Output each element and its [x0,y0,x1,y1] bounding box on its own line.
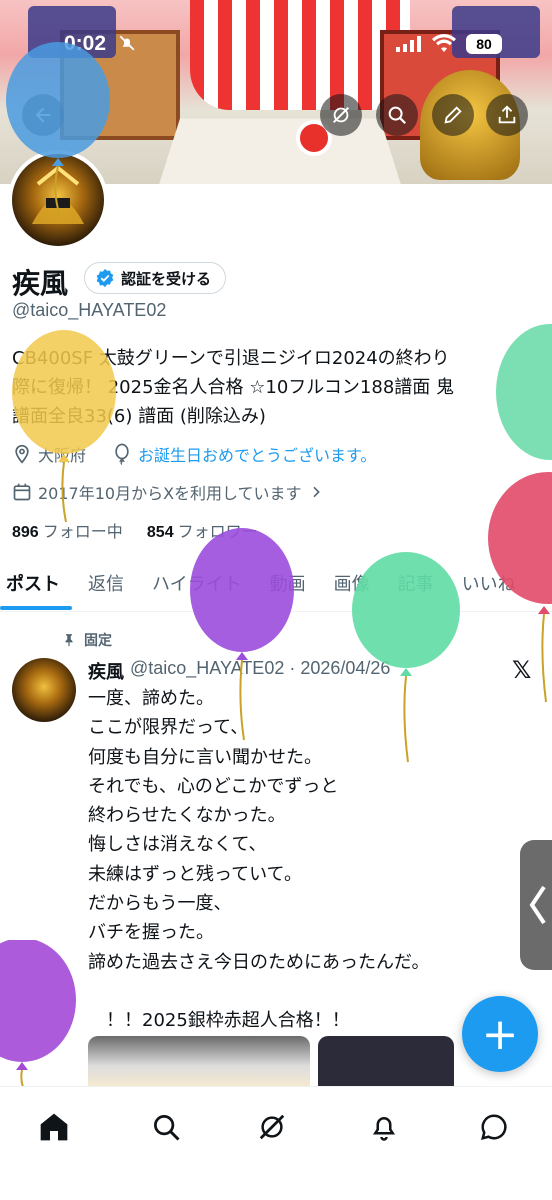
birthday-balloon-red [488,472,552,703]
edit-button[interactable] [432,94,474,136]
following-count: 896 [12,524,39,541]
tweet-author-avatar[interactable] [12,658,76,722]
banner-floor [157,118,403,184]
tweet-line: ！！2025銀枠赤超人合格！！ [88,1010,350,1032]
tweet-line: 悔しさは消えなくて、 [88,834,267,856]
notifications-icon [372,1117,396,1141]
tweet-line: 終わらせたくなかった。 [88,805,286,827]
chevron-right-icon [312,486,320,498]
grok-button[interactable] [320,94,362,136]
search-button[interactable] [376,94,418,136]
home-icon [40,1113,68,1141]
nav-grok[interactable] [252,1107,292,1147]
birthday-balloon-yellow [12,330,116,523]
chevron-left-icon [529,885,546,925]
active-tab-indicator [0,606,72,610]
nav-explore[interactable] [146,1107,186,1147]
tab-replies[interactable]: 返信 [88,558,124,611]
get-verified-label: 認証を受ける [121,269,212,288]
pin-icon [65,634,73,647]
side-drawer-handle[interactable] [520,840,552,970]
tweet-line: 未練はずっと残っていて。 [88,863,303,885]
tweet-line: だからもう一度、 [88,893,232,915]
profile-birthday-link[interactable]: お誕生日おめでとうございます。 [138,442,376,466]
share-button[interactable] [486,94,528,136]
tab-posts[interactable]: ポスト [6,558,60,611]
followers-count: 854 [146,524,174,541]
birthday-balloon-purple [190,528,294,741]
verified-badge-icon [96,268,114,288]
bottom-navigation [0,1086,552,1200]
explore-search-icon [154,1115,180,1141]
battery-indicator: 80 [466,34,502,54]
tweet-line: それでも、心のどこかでずっと [88,775,339,797]
grok-nav-icon [259,1114,285,1140]
edit-icon [444,106,462,124]
share-icon [498,105,516,124]
tweet-line [88,977,429,1006]
profile-handle: @taico_HAYATE02 [12,300,167,320]
birthday-balloon-violet [0,940,76,1090]
compose-button[interactable]: + [462,996,538,1072]
tweet-author-name[interactable]: 疾風 [88,658,124,684]
profile-name: 疾風 [12,267,69,300]
nav-notifications[interactable] [364,1107,404,1147]
grok-icon [332,106,350,124]
tweet-line: バチを握った。 [88,922,214,944]
nav-home[interactable] [34,1107,74,1147]
birthday-balloon-blue [6,42,110,217]
messages-icon [480,1114,507,1141]
pinned-indicator: 固定 [62,630,112,650]
tweet-line: 諦めた過去さえ今日のためにあったんだ。 [88,951,430,973]
get-verified-button[interactable]: 認証を受ける [84,262,227,294]
search-icon [388,106,407,125]
compose-plus-icon: + [481,1008,519,1060]
tweet-media-image-2[interactable] [318,1036,454,1086]
pinned-label: 固定 [84,633,112,649]
cellular-signal-icon [396,36,422,56]
birthday-balloon-green [352,552,460,763]
silent-mode-icon [118,34,136,57]
nav-messages[interactable] [474,1107,514,1147]
birthday-balloon-mint [496,324,552,460]
tweet-media-image-1[interactable] [88,1036,310,1086]
wifi-icon [432,34,456,56]
